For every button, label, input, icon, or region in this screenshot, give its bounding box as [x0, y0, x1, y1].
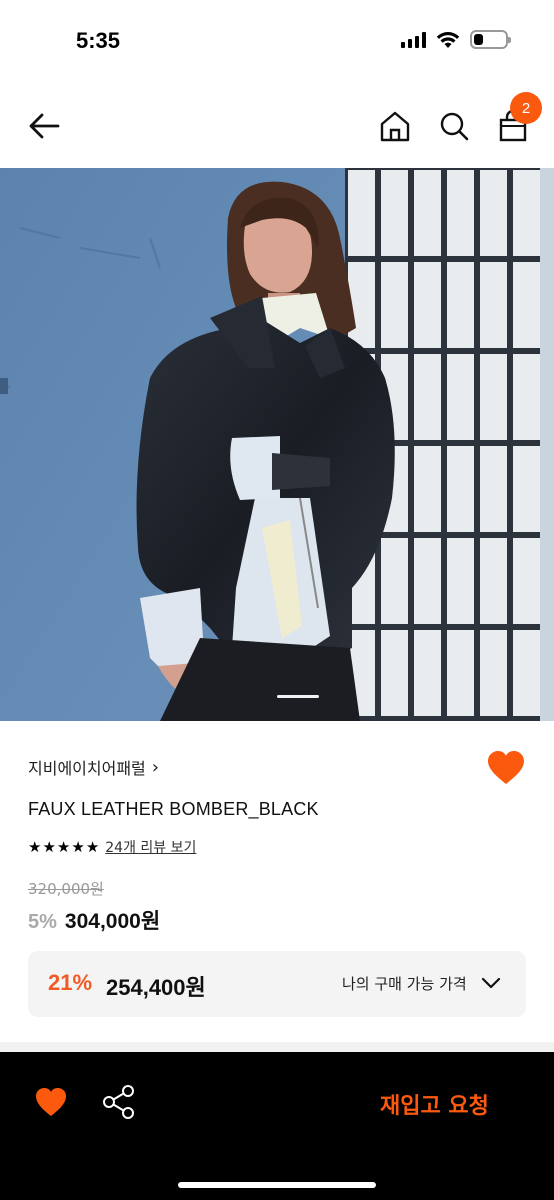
my-price-amount: 254,400원: [106, 975, 206, 1000]
section-divider: [0, 1042, 554, 1052]
back-arrow-icon[interactable]: [26, 106, 66, 146]
chevron-right-icon: ›: [151, 756, 159, 778]
share-icon[interactable]: [102, 1084, 136, 1120]
battery-icon: [470, 30, 511, 49]
brand-link[interactable]: 지비에이치어패럴 ›: [28, 755, 159, 779]
star-icon: ★: [56, 837, 71, 856]
status-icons: [401, 30, 511, 49]
cart-count-badge: 2: [510, 92, 542, 124]
my-price-label: 나의 구매 가능 가격: [342, 975, 467, 993]
my-price-discount: 21%: [48, 970, 93, 995]
star-icon: ★: [71, 837, 85, 856]
chevron-down-icon[interactable]: [480, 973, 502, 993]
carousel-indicator: [277, 695, 319, 698]
status-bar: 5:35: [0, 0, 554, 84]
rating-row: ★ ★ ★ ★ ★ 24개 리뷰 보기: [28, 837, 196, 857]
original-price: 320,000원: [28, 880, 104, 898]
product-title: FAUX LEATHER BOMBER_BLACK: [28, 799, 319, 819]
brand-name: 지비에이치어패럴: [28, 759, 146, 778]
star-icon: ★: [28, 837, 42, 856]
my-price-box[interactable]: 21% 254,400원 나의 구매 가능 가격: [28, 951, 526, 1017]
status-time: 5:35: [76, 28, 121, 53]
heart-icon[interactable]: [34, 1086, 68, 1118]
star-icon: ★: [42, 837, 56, 856]
review-link[interactable]: 24개 리뷰 보기: [105, 837, 196, 857]
star-icon: ★: [85, 837, 100, 856]
restock-request-button[interactable]: 재입고 요청: [380, 1088, 489, 1120]
product-photo: [0, 168, 554, 721]
star-rating: ★ ★ ★ ★ ★: [28, 837, 100, 856]
home-icon[interactable]: [378, 106, 412, 146]
home-indicator[interactable]: [178, 1182, 376, 1188]
cellular-signal-icon: [401, 31, 426, 48]
discount-rate: 5%: [28, 911, 57, 933]
wishlist-heart-icon[interactable]: [486, 749, 526, 787]
sale-price: 304,000원: [64, 910, 161, 933]
wifi-icon: [436, 31, 460, 48]
bottom-action-bar: 재입고 요청: [0, 1052, 554, 1200]
search-icon[interactable]: [436, 106, 472, 146]
top-navigation: [0, 84, 554, 168]
price-row: 5% 304,000원: [28, 905, 160, 935]
product-image[interactable]: [0, 168, 554, 721]
